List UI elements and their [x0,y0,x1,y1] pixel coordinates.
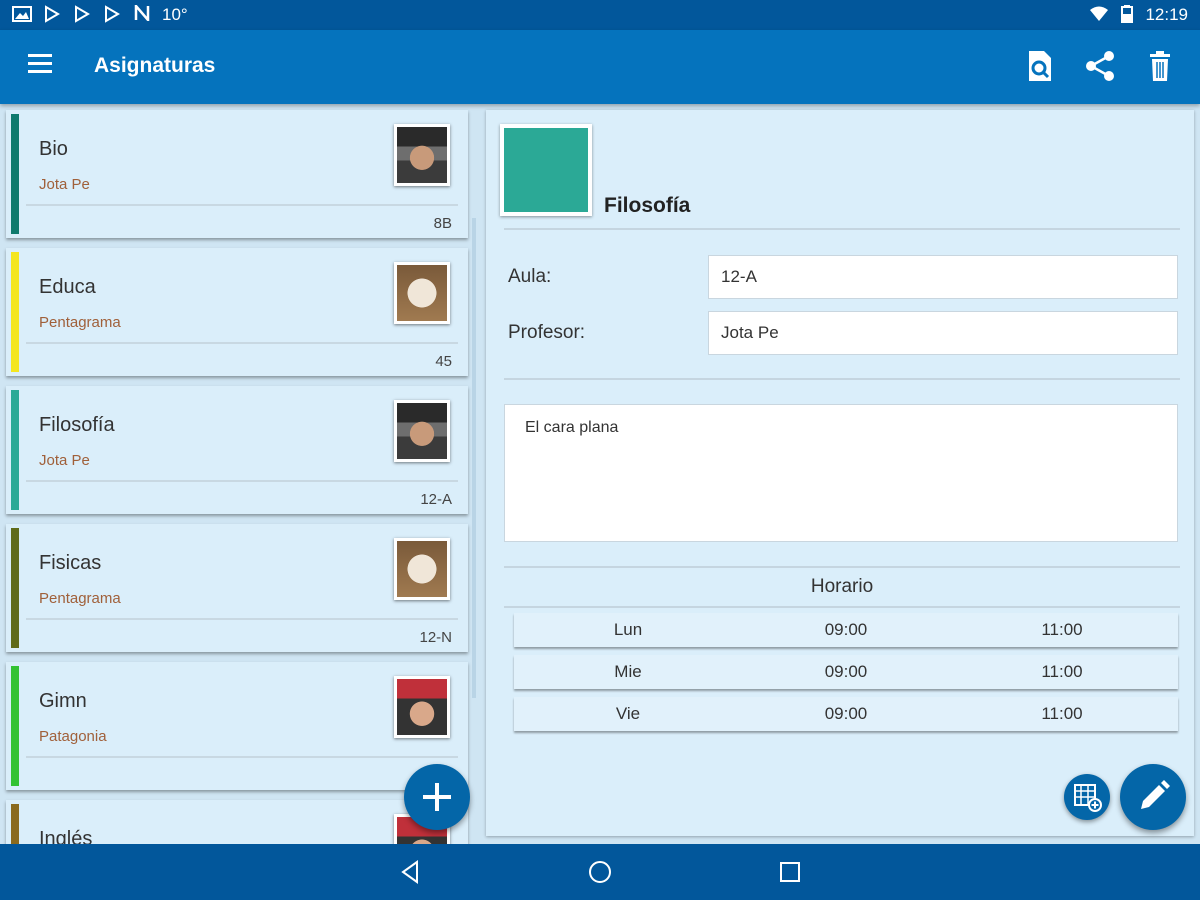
subject-teacher: Jota Pe [39,452,90,469]
color-fill [504,128,588,212]
subject-color-stripe [11,528,19,648]
schedule-end: 11:00 [1041,620,1083,639]
subject-teacher: Pentagrama [39,590,121,607]
aula-label: Aula: [508,266,552,287]
avatar [394,262,450,324]
schedule-end: 11:00 [1041,662,1083,681]
avatar [394,676,450,738]
profesor-field[interactable]: Jota Pe [708,311,1178,355]
schedule-row[interactable]: Vie 09:00 11:00 [514,697,1178,731]
subject-teacher: Pentagrama [39,314,121,331]
schedule-row[interactable]: Lun 09:00 11:00 [514,613,1178,647]
image-icon [12,5,32,25]
schedule-end: 11:00 [1041,704,1083,723]
subject-list: Bio Jota Pe 8B Educa Pentagrama 45 Filos… [0,104,480,844]
subject-detail: Filosofía Aula: 12-A Profesor: Jota Pe E… [486,110,1194,836]
subject-name: Educa [39,276,96,298]
add-subject-button[interactable] [404,764,470,830]
search-document-icon[interactable] [1022,48,1058,84]
delete-icon[interactable] [1142,48,1178,84]
subject-color-stripe [11,114,19,234]
avatar [394,400,450,462]
subject-name: Inglés [39,828,93,844]
divider [504,378,1180,380]
divider [504,566,1180,568]
card-divider [26,342,458,344]
subject-teacher: Jota Pe [39,176,90,193]
pencil-icon [1141,780,1170,809]
subject-card[interactable]: Inglés [6,800,468,844]
subject-color-stripe [11,390,19,510]
schedule-day: Lun [613,620,643,639]
schedule-start: 09:00 [824,662,868,681]
avatar [394,124,450,186]
schedule-title: Horario [810,576,874,597]
battery-icon [1117,5,1137,25]
aula-field[interactable]: 12-A [708,255,1178,299]
subject-color-stripe [11,804,19,844]
scrollbar[interactable] [472,218,476,698]
card-divider [26,618,458,620]
subject-room: 45 [435,353,452,370]
card-divider [26,756,458,758]
schedule-day: Mie [614,662,642,681]
home-icon[interactable] [586,858,614,886]
share-icon[interactable] [1082,48,1118,84]
wifi-icon [1089,5,1109,25]
navigation-bar [0,844,1200,900]
subject-name: Fisicas [39,552,102,574]
subject-color-swatch[interactable] [500,124,592,216]
subject-teacher: Patagonia [39,728,107,745]
notes-field[interactable]: El cara plana [504,404,1178,542]
clock: 12:19 [1145,5,1188,24]
play-store-icon [72,5,92,25]
subject-color-stripe [11,666,19,786]
subject-name: Gimn [39,690,87,712]
subject-room: 12-A [420,491,452,508]
play-store-icon [102,5,122,25]
subject-card[interactable]: Fisicas Pentagrama 12-N [6,524,468,652]
card-divider [26,204,458,206]
back-icon[interactable] [397,858,425,886]
calendar-add-icon [1074,784,1102,812]
status-bar: 10° 12:19 [0,0,1200,30]
subject-name: Filosofía [39,414,115,436]
menu-icon[interactable] [28,54,56,78]
subject-card[interactable]: Bio Jota Pe 8B [6,110,468,238]
card-divider [26,480,458,482]
schedule-row[interactable]: Mie 09:00 11:00 [514,655,1178,689]
recents-icon[interactable] [776,858,804,886]
page-title: Asignaturas [94,54,216,77]
divider [504,228,1180,230]
subject-room: 12-N [419,629,452,646]
divider [504,606,1180,608]
edit-button[interactable] [1120,764,1186,830]
subject-card[interactable]: Gimn Patagonia [6,662,468,790]
app-bar: Asignaturas [0,30,1200,104]
temperature: 10° [162,5,188,24]
n-icon [132,2,152,25]
subject-card[interactable]: Educa Pentagrama 45 [6,248,468,376]
schedule-start: 09:00 [824,704,868,723]
subject-card[interactable]: Filosofía Jota Pe 12-A [6,386,468,514]
profesor-label: Profesor: [508,322,586,343]
add-schedule-button[interactable] [1064,774,1110,820]
avatar [394,538,450,600]
subject-room: 8B [433,215,452,232]
subject-name: Bio [39,138,68,160]
detail-title: Filosofía [604,194,691,217]
play-store-icon [42,5,62,25]
subject-color-stripe [11,252,19,372]
schedule-day: Vie [615,704,641,723]
schedule-start: 09:00 [824,620,868,639]
